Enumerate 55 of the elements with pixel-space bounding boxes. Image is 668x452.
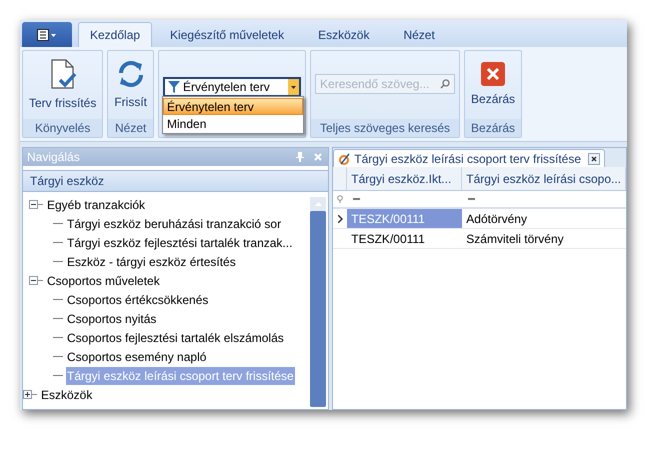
tree-line [53,299,63,300]
ribbon-button[interactable]: Frissít [110,51,152,119]
ribbon-button[interactable]: Terv frissítés [25,51,100,119]
table-cell-text: TESZK/00111 [350,231,426,248]
ribbon-tab[interactable]: Eszközök [302,22,386,47]
table-cell-text: Adótörvény [465,211,528,228]
tree-line [53,337,63,338]
section-header[interactable]: Tárgyi eszköz [23,170,328,192]
document-tab-icon [338,152,350,164]
menu-icon [37,28,57,40]
group-label: Nézet [108,119,154,137]
tree-line [53,242,63,243]
panel-title: Navigálás [27,149,81,166]
ribbon-tab[interactable]: Nézet [387,22,451,47]
expand-icon[interactable] [23,390,37,399]
filter-icon [168,80,180,94]
tree-item[interactable]: Csoportos nyitás [66,310,158,328]
collapse-icon[interactable] [29,200,43,209]
tree-item[interactable]: Eszközök [40,386,94,404]
filter-dropdown[interactable]: Érvénytelen terv [163,77,302,97]
dropdown-option[interactable]: Minden [163,115,304,132]
table-cell-text: Számviteli törvény [465,231,565,248]
tree-line [53,261,63,262]
filter-row-icon [337,194,344,204]
table-cell: TESZK/00111 [347,209,462,228]
group-label: Teljes szöveges keresés [311,119,460,137]
column-header[interactable]: Tárgyi eszköz.Ikt... [347,167,462,190]
ribbon-button[interactable]: Bezárás [467,51,520,119]
tree-line [53,375,63,376]
group-label: Könyvelés [23,119,102,137]
ribbon-tab[interactable]: Kezdőlap [78,22,152,47]
tree-item[interactable]: Egyéb tranzakciók [46,196,146,214]
search-icon [440,79,450,89]
tree-item[interactable]: Eszköz - tárgyi eszköz értesítés [66,252,237,270]
tree-item[interactable]: Csoportos esemény napló [66,348,208,366]
column-header[interactable]: Tárgyi eszköz leírási csopo... [462,167,626,190]
tree-item[interactable]: Csoportos műveletek [46,272,161,290]
caret-icon [288,79,300,95]
tree-line [53,356,63,357]
tree-line [53,318,63,319]
close-icon[interactable] [588,152,600,164]
close-icon [481,62,506,86]
tree-line [53,223,63,224]
document-tab[interactable]: Tárgyi eszköz leírási csoport terv frissítése [333,149,605,167]
group-label: Bezárás [465,119,522,137]
tree-item[interactable]: Csoportos fejlesztési tartalék elszámolás [66,328,285,346]
scrollbar[interactable] [310,197,326,407]
dropdown-option[interactable]: Érvénytelen terv [163,98,304,115]
ribbon-tab[interactable]: Kiegészítő műveletek [154,22,300,47]
collapse-icon[interactable] [29,276,43,285]
application-menu-button[interactable] [22,22,72,47]
tree-item[interactable]: Csoportos értékcsökkenés [66,290,210,308]
search-field[interactable]: Keresendő szöveg... [315,74,456,94]
tree-item[interactable]: Tárgyi eszköz fejlesztési tartalék tranzak... [66,234,294,252]
tree-item[interactable]: Tárgyi eszköz beruházási tranzakció sor [66,214,282,232]
